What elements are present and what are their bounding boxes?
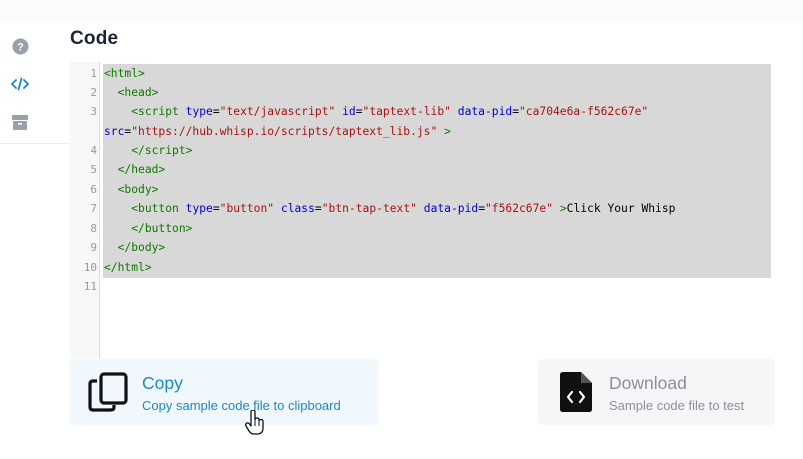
page-title: Code — [70, 28, 119, 49]
sidebar-rail: ? — [0, 20, 70, 144]
line-number: 10 — [83, 261, 97, 274]
line-number: 7 — [90, 202, 97, 215]
code-editor[interactable]: 1 2 3 4 5 6 7 8 9 10 11 <html> <head> <s… — [70, 62, 772, 358]
download-button[interactable]: Download Sample code file to test — [538, 359, 775, 425]
code-line: </script> — [131, 144, 193, 157]
code-selection — [103, 64, 771, 278]
copy-button[interactable]: Copy Copy sample code file to clipboard — [70, 359, 378, 425]
line-number: 9 — [90, 241, 97, 254]
line-number: 1 — [90, 67, 97, 80]
line-number: 5 — [90, 163, 97, 176]
copy-icon — [88, 372, 128, 417]
code-file-icon — [560, 372, 592, 417]
code-line: <button type="button" class="btn-tap-tex… — [131, 202, 676, 215]
line-number-gutter: 1 2 3 4 5 6 7 8 9 10 11 — [70, 62, 100, 358]
code-line: </html> — [104, 261, 152, 274]
line-number: 2 — [90, 86, 97, 99]
hand-cursor-icon — [244, 409, 266, 441]
code-line: </head> — [117, 163, 166, 176]
line-number: 8 — [90, 222, 97, 235]
package-icon[interactable] — [10, 112, 30, 132]
code-line: <script type="text/javascript" id="tapte… — [131, 105, 649, 118]
code-line: </button> — [131, 222, 193, 235]
copy-subtitle: Copy sample code file to clipboard — [142, 398, 341, 413]
line-number: 6 — [90, 183, 97, 196]
code-line: <head> — [117, 86, 159, 99]
copy-title: Copy — [142, 373, 183, 393]
code-line: </body> — [117, 241, 166, 254]
help-circle-icon[interactable]: ? — [10, 36, 30, 56]
line-number: 4 — [90, 144, 97, 157]
download-title: Download — [609, 373, 687, 393]
top-strip — [0, 0, 803, 20]
line-number: 11 — [83, 280, 97, 293]
code-line: src="https://hub.whisp.io/scripts/taptex… — [104, 125, 451, 138]
download-subtitle: Sample code file to test — [609, 398, 745, 413]
svg-text:?: ? — [17, 41, 24, 53]
code-line: <body> — [117, 183, 159, 196]
line-number: 3 — [90, 105, 97, 118]
code-icon[interactable] — [10, 74, 30, 94]
code-line: <html> — [104, 67, 145, 80]
